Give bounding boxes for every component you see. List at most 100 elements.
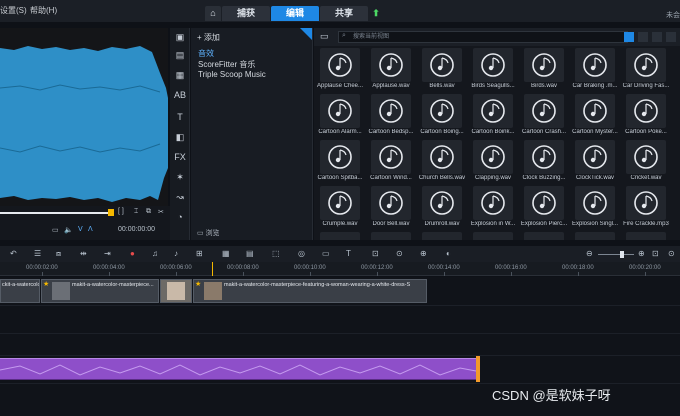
sound-tile[interactable]: Crumple.wav — [316, 186, 364, 230]
zoom-slider-handle[interactable] — [620, 251, 624, 258]
thumbnail-view-button[interactable] — [624, 32, 634, 42]
sound-tile[interactable]: Cartoon Bedsp... — [367, 94, 415, 138]
sort-button[interactable] — [666, 32, 676, 42]
sound-tile-partial[interactable] — [575, 232, 615, 240]
sound-tile[interactable]: Cartoon Boink... — [469, 94, 517, 138]
video-clip-2[interactable]: ★ makit-a-watercolor-masterpiece... — [41, 279, 159, 303]
speed-tool-icon[interactable]: ⊙ — [396, 249, 403, 258]
subtitle-icon[interactable]: ▤ — [246, 249, 254, 258]
crop-icon[interactable]: ⊡ — [372, 249, 379, 258]
sound-tile[interactable]: Door Bell.wav — [367, 186, 415, 230]
sound-tile[interactable]: Bells.wav — [418, 48, 466, 92]
sound-tile-partial[interactable] — [320, 232, 360, 240]
sound-tile[interactable]: Birds.wav — [520, 48, 568, 92]
sound-tile[interactable]: Clapping.wav — [469, 140, 517, 184]
ripple-icon[interactable]: ⇥ — [104, 249, 111, 258]
split-icon[interactable]: ⌶ — [134, 208, 138, 216]
video-clip-3[interactable]: ★ makit-a-watercolor-masterpiece-featuri… — [193, 279, 427, 303]
scissors-icon[interactable]: ✂ — [158, 208, 164, 216]
list-view-button[interactable] — [638, 32, 648, 42]
zoom-out-icon[interactable]: ⊖ — [586, 249, 593, 258]
sound-tile-partial[interactable] — [626, 232, 666, 240]
timecode[interactable]: 00:00:00:00 — [118, 226, 155, 233]
title-icon[interactable]: T — [174, 112, 186, 123]
tracking-icon[interactable]: ◎ — [298, 249, 305, 258]
sound-tile[interactable]: Drumroll.wav — [418, 186, 466, 230]
instant-project-icon[interactable]: ▤ — [174, 50, 186, 61]
sound-tile[interactable]: Fire Crackle.mp3 — [622, 186, 670, 230]
track-manager-icon[interactable]: ☰ — [34, 249, 41, 258]
volume-icon[interactable]: 🔈 — [64, 226, 73, 234]
sound-tile[interactable]: Car Driving Fas... — [622, 48, 670, 92]
more-icon[interactable]: ⊙ — [668, 249, 675, 258]
library-item-triple-scoop[interactable]: Triple Scoop Music — [198, 70, 266, 79]
browse-button[interactable]: ▭ 浏览 — [197, 228, 220, 238]
zoom-slider[interactable] — [598, 254, 634, 255]
sound-tile[interactable]: Cartoon Spitba... — [316, 140, 364, 184]
video-clip-1[interactable]: ckit-a-watercolor — [0, 279, 40, 303]
copy-icon[interactable]: ⧉ — [146, 208, 151, 216]
sound-tile[interactable]: Cartoon Wind... — [367, 140, 415, 184]
sound-tile[interactable]: Cartoon Alarm... — [316, 94, 364, 138]
fit-project-icon[interactable]: ⊡ — [652, 249, 659, 258]
library-item-scorefitter[interactable]: ScoreFitter 音乐 — [198, 59, 255, 70]
media-icon[interactable]: ▣ — [174, 32, 186, 43]
sound-tile[interactable]: Cartoon Myster... — [571, 94, 619, 138]
mask-icon[interactable]: ⬚ — [272, 249, 280, 258]
auto-music-icon[interactable]: ♪ — [174, 249, 178, 258]
folder-icon[interactable]: ▭ — [320, 31, 329, 42]
add-folder-button[interactable]: + 添加 — [197, 32, 220, 43]
sound-tile[interactable]: Church Bells.wav — [418, 140, 466, 184]
record-icon[interactable]: ● — [130, 249, 135, 258]
playhead[interactable] — [212, 262, 213, 276]
menu-help[interactable]: 帮助(H) — [30, 5, 57, 16]
undo-icon[interactable]: ↶ — [10, 249, 17, 258]
tab-share[interactable]: 共享 — [320, 6, 368, 21]
audio-clip[interactable] — [0, 358, 480, 380]
path-icon[interactable]: ↝ — [174, 192, 186, 203]
sound-tile[interactable]: Explosion in W... — [469, 186, 517, 230]
sound-tile[interactable]: Car Braking .m... — [571, 48, 619, 92]
timeline-ruler[interactable]: 00:00:02:00 00:00:04:00 00:00:06:00 00:00:0… — [0, 262, 680, 276]
video-clip-transition[interactable] — [160, 279, 192, 303]
sound-tile[interactable]: Applause.wav — [367, 48, 415, 92]
sound-tile[interactable]: Cartoon Boing... — [418, 94, 466, 138]
audio-trim-handle[interactable] — [476, 356, 480, 382]
sound-tile[interactable]: Explosion Singl... — [571, 186, 619, 230]
sound-tile[interactable]: Birds Seagulls... — [469, 48, 517, 92]
speed-icon[interactable]: ◔ — [174, 212, 186, 223]
sound-tile[interactable]: Cricket.wav — [622, 140, 670, 184]
sound-tile-partial[interactable] — [473, 232, 513, 240]
pan-icon[interactable]: ▭ — [322, 249, 330, 258]
color-icon[interactable]: ◐ — [446, 249, 451, 258]
library-item-sound-effects[interactable]: 音效 — [198, 48, 214, 59]
transition-icon[interactable]: ▦ — [174, 70, 186, 81]
sound-tile[interactable]: Cartoon Poke... — [622, 94, 670, 138]
details-view-button[interactable] — [652, 32, 662, 42]
audio-icon[interactable]: Λ — [88, 226, 93, 233]
scrub-bar[interactable] — [0, 212, 112, 214]
tab-edit[interactable]: 编辑 — [271, 6, 319, 21]
hd-icon[interactable]: V — [78, 226, 83, 233]
sound-tile-partial[interactable] — [371, 232, 411, 240]
split-tool-icon[interactable]: ⇹ — [80, 249, 87, 258]
scrub-handle[interactable] — [108, 209, 114, 216]
sound-tile[interactable]: Applause Chee... — [316, 48, 364, 92]
sound-tile[interactable]: Clock Buzzing... — [520, 140, 568, 184]
sound-tile-partial[interactable] — [422, 232, 462, 240]
text-icon[interactable]: T — [346, 249, 351, 258]
multicam-icon[interactable]: ▦ — [222, 249, 230, 258]
template-icon[interactable]: AB — [174, 90, 186, 101]
motion-icon[interactable]: ⊞ — [196, 249, 203, 258]
sound-tile[interactable]: Explosion Pierc... — [520, 186, 568, 230]
sound-tile[interactable]: Cartoon Crash... — [520, 94, 568, 138]
graphics-icon[interactable]: ◧ — [174, 132, 186, 143]
fx-icon[interactable]: FX — [174, 152, 186, 163]
fit-icon[interactable]: ⧈ — [56, 249, 61, 259]
aspect-icon[interactable]: ▭ — [52, 226, 59, 234]
zoom-in-icon[interactable]: ⊕ — [638, 249, 645, 258]
stabilize-icon[interactable]: ⊕ — [420, 249, 427, 258]
tab-capture[interactable]: 捕获 — [222, 6, 270, 21]
home-icon[interactable]: ⌂ — [205, 6, 221, 21]
upload-icon[interactable]: ⬆ — [370, 6, 382, 21]
